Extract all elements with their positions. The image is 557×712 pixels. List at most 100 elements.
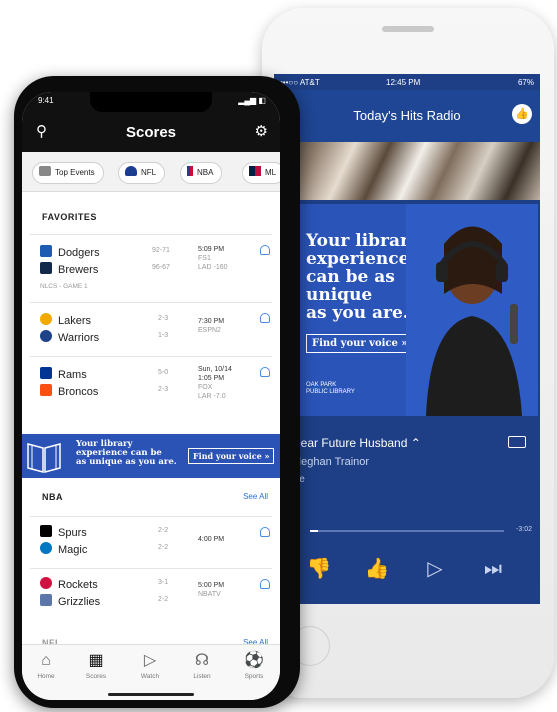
team-name: Warriors bbox=[40, 330, 99, 344]
team-name: Broncos bbox=[40, 384, 98, 398]
scores-app-screen: 9:41 ▂▄▆ ◧ ⚲ Scores ⚙ Top Events NFL NBA… bbox=[22, 92, 280, 700]
brewers-logo-icon bbox=[40, 262, 52, 274]
game-row[interactable]: Spurs Magic 2-2 2-2 4:00 PM bbox=[30, 516, 272, 566]
playback-controls: 👎 👍 ▷ ⏭ bbox=[274, 556, 540, 584]
battery-label: 67% bbox=[517, 78, 534, 87]
status-time: 9:41 bbox=[38, 96, 54, 105]
remaining-time: -3:02 bbox=[516, 526, 532, 533]
tab-home[interactable]: ⌂ Home bbox=[26, 651, 66, 680]
team-record: 3-1 bbox=[158, 579, 169, 586]
bell-icon[interactable] bbox=[260, 527, 270, 537]
game-row[interactable]: Rams Broncos 5-0 2-3 Sun, 10/14 1:05 PM … bbox=[30, 356, 272, 422]
grizzlies-logo-icon bbox=[40, 594, 52, 606]
watch-icon: ▷ bbox=[143, 652, 157, 669]
bell-icon[interactable] bbox=[260, 245, 270, 255]
team-record: 2-2 bbox=[158, 527, 169, 534]
page-title: Scores bbox=[125, 124, 177, 141]
airplay-icon[interactable] bbox=[508, 436, 526, 448]
chip-top-events[interactable]: Top Events bbox=[32, 162, 104, 184]
album-art bbox=[274, 142, 540, 200]
headphones-icon: ☊ bbox=[194, 652, 210, 669]
magic-logo-icon bbox=[40, 542, 52, 554]
team-name: Rams bbox=[40, 367, 87, 381]
tab-bar: ⌂ Home ▦ Scores ▷ Watch ☊ Listen ⚽ Sports bbox=[22, 644, 280, 700]
game-row[interactable]: Lakers Warriors 2-3 1-3 7:30 PM ESPN2 bbox=[30, 302, 272, 354]
chip-nba[interactable]: NBA bbox=[180, 162, 223, 184]
game-info: 7:30 PM ESPN2 bbox=[198, 318, 225, 334]
game-note: NLCS - GAME 1 bbox=[40, 283, 88, 290]
team-record: 5-0 bbox=[158, 369, 169, 376]
nba-icon bbox=[187, 166, 193, 176]
nba-heading: NBA bbox=[42, 492, 63, 502]
station-title: Today's Hits Radio bbox=[353, 108, 461, 123]
rockets-logo-icon bbox=[40, 577, 52, 589]
find-your-voice-button[interactable]: Find your voice » bbox=[306, 334, 414, 353]
progress-fill bbox=[310, 530, 318, 532]
team-name: Brewers bbox=[40, 262, 98, 276]
mlb-icon bbox=[249, 166, 261, 176]
chip-mlb[interactable]: ML bbox=[242, 162, 280, 184]
lakers-logo-icon bbox=[40, 313, 52, 325]
find-your-voice-button[interactable]: Find your voice » bbox=[188, 448, 275, 464]
team-record: 96-67 bbox=[152, 264, 170, 271]
oak-park-library-logo: OAK PARK PUBLIC LIBRARY bbox=[306, 382, 355, 395]
team-record: 2-2 bbox=[158, 544, 169, 551]
bell-icon[interactable] bbox=[260, 367, 270, 377]
chip-nfl[interactable]: NFL bbox=[118, 162, 166, 184]
team-record: 1-3 bbox=[158, 332, 169, 339]
play-icon[interactable]: ▷ bbox=[422, 556, 448, 582]
home-icon: ⌂ bbox=[41, 652, 51, 669]
skip-icon[interactable]: ⏭ bbox=[480, 556, 506, 582]
thumbs-up-icon[interactable]: 👍 bbox=[364, 556, 390, 582]
team-record: 92-71 bbox=[152, 247, 170, 254]
game-row[interactable]: Rockets Grizzlies 3-1 2-2 5:00 PM NBATV bbox=[30, 568, 272, 620]
woman-with-headphones-photo bbox=[406, 204, 538, 416]
warriors-logo-icon bbox=[40, 330, 52, 342]
track-artist: Meghan Trainor bbox=[292, 456, 370, 468]
thumbs-down-icon[interactable]: 👎 bbox=[306, 556, 332, 582]
team-name: Magic bbox=[40, 542, 87, 556]
game-info: 5:09 PM FS1 LAD -160 bbox=[198, 246, 228, 271]
track-title: Dear Future Husband ⌃ bbox=[292, 436, 421, 450]
game-info: 5:00 PM NBATV bbox=[198, 582, 225, 598]
team-name: Spurs bbox=[40, 525, 87, 539]
home-indicator bbox=[108, 693, 194, 696]
team-name: Grizzlies bbox=[40, 594, 100, 608]
scores-header: 9:41 ▂▄▆ ◧ ⚲ Scores ⚙ bbox=[22, 92, 280, 152]
broncos-logo-icon bbox=[40, 384, 52, 396]
gear-icon[interactable]: ⚙ bbox=[255, 122, 268, 140]
open-book-icon bbox=[27, 443, 61, 473]
bell-icon[interactable] bbox=[260, 313, 270, 323]
game-info: Sun, 10/14 1:05 PM FOX LAR -7.0 bbox=[198, 366, 232, 400]
team-record: 2-2 bbox=[158, 596, 169, 603]
scores-icon: ▦ bbox=[88, 652, 104, 669]
see-all-link[interactable]: See All bbox=[243, 492, 268, 501]
progress-bar[interactable] bbox=[310, 530, 504, 532]
trophy-icon bbox=[39, 166, 51, 176]
phone-notch bbox=[90, 92, 212, 112]
library-ad-banner[interactable]: Your library experience can be as unique… bbox=[284, 204, 538, 416]
spurs-logo-icon bbox=[40, 525, 52, 537]
team-name: Lakers bbox=[40, 313, 91, 327]
league-filter-bar: Top Events NFL NBA ML bbox=[22, 152, 280, 192]
tab-sports[interactable]: ⚽ Sports bbox=[234, 651, 274, 680]
chevron-up-icon[interactable]: ⌃ bbox=[411, 436, 421, 450]
radio-app-screen: •••○○ AT&T 12:45 PM 67% ⌄ Today's Hits R… bbox=[274, 74, 540, 604]
tab-scores[interactable]: ▦ Scores bbox=[76, 651, 116, 680]
game-row[interactable]: Dodgers Brewers 92-71 96-67 5:09 PM FS1 … bbox=[30, 234, 272, 300]
favorites-heading: FAVORITES bbox=[42, 212, 97, 222]
signal-battery-icon: ▂▄▆ ◧ bbox=[238, 96, 266, 105]
team-name: Rockets bbox=[40, 577, 98, 591]
rams-logo-icon bbox=[40, 367, 52, 379]
radio-header: ⌄ Today's Hits Radio 👍 bbox=[274, 90, 540, 142]
tab-watch[interactable]: ▷ Watch bbox=[130, 651, 170, 680]
thumbs-up-icon[interactable]: 👍 bbox=[512, 104, 532, 124]
library-ad-banner[interactable]: Your library experience can be as unique… bbox=[22, 434, 280, 478]
team-record: 2-3 bbox=[158, 386, 169, 393]
ad-headline: Your library experience can be as unique… bbox=[76, 439, 177, 467]
team-name: Dodgers bbox=[40, 245, 100, 259]
game-info: 4:00 PM bbox=[198, 536, 225, 543]
tab-listen[interactable]: ☊ Listen bbox=[182, 651, 222, 680]
bell-icon[interactable] bbox=[260, 579, 270, 589]
team-record: 2-3 bbox=[158, 315, 169, 322]
